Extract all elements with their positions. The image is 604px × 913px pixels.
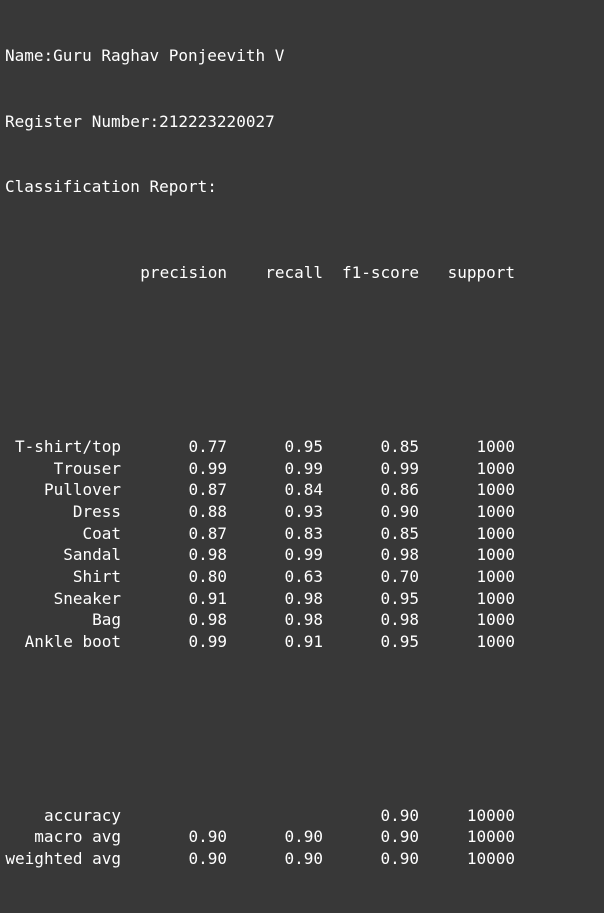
report-title-line: Classification Report: — [5, 176, 217, 196]
row-f1-score: 0.95 — [380, 588, 419, 608]
row-f1-score: 0.99 — [380, 458, 419, 478]
row-support: 10000 — [466, 827, 515, 847]
row-f1-score: 0.95 — [380, 632, 419, 652]
row-label: accuracy — [43, 805, 121, 825]
row-f1-score: 0.90 — [380, 805, 419, 825]
notebook-output-cell: Name:Guru Raghav Ponjeevith V Register N… — [0, 0, 604, 868]
report-row: Coat 0.87 0.83 0.85 1000 — [5, 523, 515, 545]
report-row: Sneaker 0.91 0.98 0.95 1000 — [5, 588, 515, 610]
report-row: Pullover 0.87 0.84 0.86 1000 — [5, 479, 515, 501]
row-f1-score: 0.90 — [380, 849, 419, 869]
row-recall: 0.91 — [284, 632, 323, 652]
row-support: 1000 — [476, 458, 515, 478]
row-recall: 0.99 — [284, 545, 323, 565]
row-support: 1000 — [476, 588, 515, 608]
row-support: 1000 — [476, 610, 515, 630]
row-f1-score: 0.98 — [380, 545, 419, 565]
report-row: Ankle boot 0.99 0.91 0.95 1000 — [5, 631, 515, 653]
row-precision: 0.77 — [188, 436, 227, 456]
row-recall: 0.90 — [284, 849, 323, 869]
row-f1-score: 0.70 — [380, 567, 419, 587]
row-label: Shirt — [72, 567, 121, 587]
report-row: Trouser 0.99 0.99 0.99 1000 — [5, 458, 515, 480]
row-label: macro avg — [34, 827, 121, 847]
row-f1-score: 0.90 — [380, 827, 419, 847]
row-f1-score: 0.85 — [380, 436, 419, 456]
row-precision: 0.80 — [188, 567, 227, 587]
row-label: Coat — [82, 523, 121, 543]
summary-rows: accuracy 0.90 10000 macro avg 0.90 0.90 0.90 10… — [5, 805, 515, 870]
row-label: Sneaker — [53, 588, 121, 608]
row-support: 1000 — [476, 567, 515, 587]
report-row: Sandal 0.98 0.99 0.98 1000 — [5, 544, 515, 566]
row-recall: 0.83 — [284, 523, 323, 543]
header-f1-score: f1-score — [341, 263, 419, 283]
row-f1-score: 0.86 — [380, 480, 419, 500]
row-precision: 0.87 — [188, 480, 227, 500]
row-support: 1000 — [476, 523, 515, 543]
row-support: 1000 — [476, 545, 515, 565]
header-recall: recall — [265, 263, 323, 283]
student-name-line: Name:Guru Raghav Ponjeevith V — [5, 46, 285, 66]
row-precision: 0.99 — [188, 632, 227, 652]
row-f1-score: 0.85 — [380, 523, 419, 543]
row-support: 1000 — [476, 480, 515, 500]
register-number-line: Register Number:212223220027 — [5, 111, 275, 131]
report-row: Dress 0.88 0.93 0.90 1000 — [5, 501, 515, 523]
row-recall: 0.63 — [284, 567, 323, 587]
row-recall: 0.90 — [284, 827, 323, 847]
row-support: 1000 — [476, 632, 515, 652]
row-precision: 0.90 — [188, 849, 227, 869]
report-row: Bag 0.98 0.98 0.98 1000 — [5, 609, 515, 631]
row-label: Dress — [72, 502, 121, 522]
row-support: 10000 — [466, 849, 515, 869]
row-recall: 0.93 — [284, 502, 323, 522]
row-recall: 0.98 — [284, 610, 323, 630]
row-label: Trouser — [53, 458, 121, 478]
row-precision: 0.90 — [188, 827, 227, 847]
row-support: 1000 — [476, 436, 515, 456]
row-precision: 0.98 — [188, 610, 227, 630]
report-row: macro avg 0.90 0.90 0.90 10000 — [5, 826, 515, 848]
report-row: accuracy 0.90 10000 — [5, 805, 515, 827]
row-label: Sandal — [63, 545, 121, 565]
row-recall: 0.84 — [284, 480, 323, 500]
header-precision: precision — [140, 263, 227, 283]
row-label: Pullover — [43, 480, 121, 500]
report-row: T-shirt/top 0.77 0.95 0.85 1000 — [5, 436, 515, 458]
report-row: weighted avg 0.90 0.90 0.90 10000 — [5, 848, 515, 870]
header-support: support — [447, 263, 515, 283]
class-rows: T-shirt/top 0.77 0.95 0.85 1000 Trouser 0.99 0.… — [5, 436, 515, 653]
row-recall: 0.98 — [284, 588, 323, 608]
row-f1-score: 0.90 — [380, 502, 419, 522]
row-label: Ankle boot — [24, 632, 121, 652]
row-recall: 0.95 — [284, 436, 323, 456]
row-label: weighted avg — [5, 849, 121, 869]
row-support: 1000 — [476, 502, 515, 522]
row-precision: 0.87 — [188, 523, 227, 543]
row-label: T-shirt/top — [15, 436, 121, 456]
row-precision: 0.88 — [188, 502, 227, 522]
row-precision: 0.98 — [188, 545, 227, 565]
classification-report-output: Name:Guru Raghav Ponjeevith V Register N… — [5, 2, 515, 913]
row-support: 10000 — [466, 805, 515, 825]
row-label: Bag — [92, 610, 121, 630]
row-precision: 0.91 — [188, 588, 227, 608]
report-header-row: precision recall f1-score support — [5, 262, 515, 284]
row-precision: 0.99 — [188, 458, 227, 478]
row-recall: 0.99 — [284, 458, 323, 478]
row-f1-score: 0.98 — [380, 610, 419, 630]
report-row: Shirt 0.80 0.63 0.70 1000 — [5, 566, 515, 588]
